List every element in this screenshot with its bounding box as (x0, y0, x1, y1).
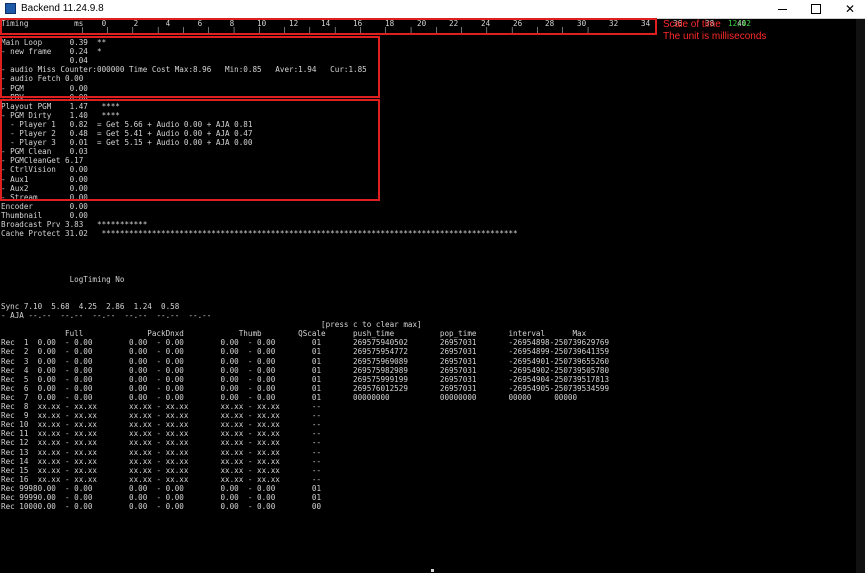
console-line: Rec 1 0.00 - 0.00 0.00 - 0.00 0.00 - 0.0… (1, 338, 610, 348)
console-line: Sync 7.10 5.68 4.25 2.86 1.24 0.58 (1, 301, 180, 311)
main-loop-highlight (0, 36, 380, 98)
console-line: Full PackDnxd Thumb QScale push_time pop… (1, 329, 587, 339)
console-line: Broadcast Prv 3.83 *********** (1, 220, 148, 229)
unit-annotation: The unit is milliseconds (663, 31, 767, 42)
console-line: Rec 16 xx.xx - xx.xx xx.xx - xx.xx xx.xx… (1, 474, 322, 484)
console-line: Rec 7 0.00 - 0.00 0.00 - 0.00 0.00 - 0.0… (1, 392, 578, 402)
console-line: Rec 15 xx.xx - xx.xx xx.xx - xx.xx xx.xx… (1, 465, 322, 475)
close-button[interactable]: ✕ (836, 0, 864, 18)
console-line: Rec 9 xx.xx - xx.xx xx.xx - xx.xx xx.xx … (1, 411, 322, 421)
playout-highlight (0, 99, 380, 201)
minimize-icon (777, 9, 787, 10)
scale-annotation: Scale of time (663, 19, 721, 30)
console-line: Rec 12 xx.xx - xx.xx xx.xx - xx.xx xx.xx… (1, 438, 322, 448)
console-line: LogTiming No (1, 274, 125, 284)
console-line: Rec 99980.00 - 0.00 0.00 - 0.00 0.00 - 0… (1, 483, 322, 493)
console-line: Rec 99990.00 - 0.00 0.00 - 0.00 0.00 - 0… (1, 493, 322, 502)
title-bar[interactable]: Backend 11.24.9.8 ✕ (0, 0, 865, 19)
console-line: Thumbnail 0.00 (1, 210, 88, 220)
backend-window: Backend 11.24.9.8 ✕ Timing ms 0 2 4 6 8 … (0, 0, 865, 573)
timing-scale-highlight (0, 18, 657, 35)
text-cursor (431, 569, 434, 572)
console-line: Rec 14 xx.xx - xx.xx xx.xx - xx.xx xx.xx… (1, 456, 322, 466)
console-line: Rec 11 xx.xx - xx.xx xx.xx - xx.xx xx.xx… (1, 429, 322, 439)
console-line: Rec 4 0.00 - 0.00 0.00 - 0.00 0.00 - 0.0… (1, 365, 610, 375)
console-line: Rec 8 xx.xx - xx.xx xx.xx - xx.xx xx.xx … (1, 402, 322, 411)
console-line: Rec 13 xx.xx - xx.xx xx.xx - xx.xx xx.xx… (1, 447, 322, 457)
console-line: Rec 10000.00 - 0.00 0.00 - 0.00 0.00 - 0… (1, 502, 322, 512)
console-line: Rec 2 0.00 - 0.00 0.00 - 0.00 0.00 - 0.0… (1, 347, 610, 357)
console-line: Cache Protect 31.02 ********************… (1, 229, 518, 239)
console-line: Encoder 0.00 (1, 201, 88, 211)
console-line: Rec 6 0.00 - 0.00 0.00 - 0.00 0.00 - 0.0… (1, 383, 610, 393)
minimize-button[interactable] (768, 0, 796, 18)
maximize-button[interactable] (802, 0, 830, 18)
maximize-icon (811, 4, 821, 14)
console-output[interactable]: Timing ms 0 2 4 6 8 10 12 14 16 18 20 22… (0, 18, 865, 573)
close-icon: ✕ (844, 2, 856, 16)
console-line: Rec 10 xx.xx - xx.xx xx.xx - xx.xx xx.xx… (1, 420, 322, 430)
app-icon (5, 3, 16, 14)
console-line: - AJA --.-- --.-- --.-- --.-- --.-- --.-… (1, 311, 212, 320)
frame-counter: 12/42 (728, 19, 751, 28)
console-scrollbar[interactable] (856, 19, 865, 573)
console-line: Rec 5 0.00 - 0.00 0.00 - 0.00 0.00 - 0.0… (1, 374, 610, 384)
window-title: Backend 11.24.9.8 (21, 3, 104, 14)
console-line: [press c to clear max] (1, 320, 422, 330)
console-line: Rec 3 0.00 - 0.00 0.00 - 0.00 0.00 - 0.0… (1, 356, 610, 366)
